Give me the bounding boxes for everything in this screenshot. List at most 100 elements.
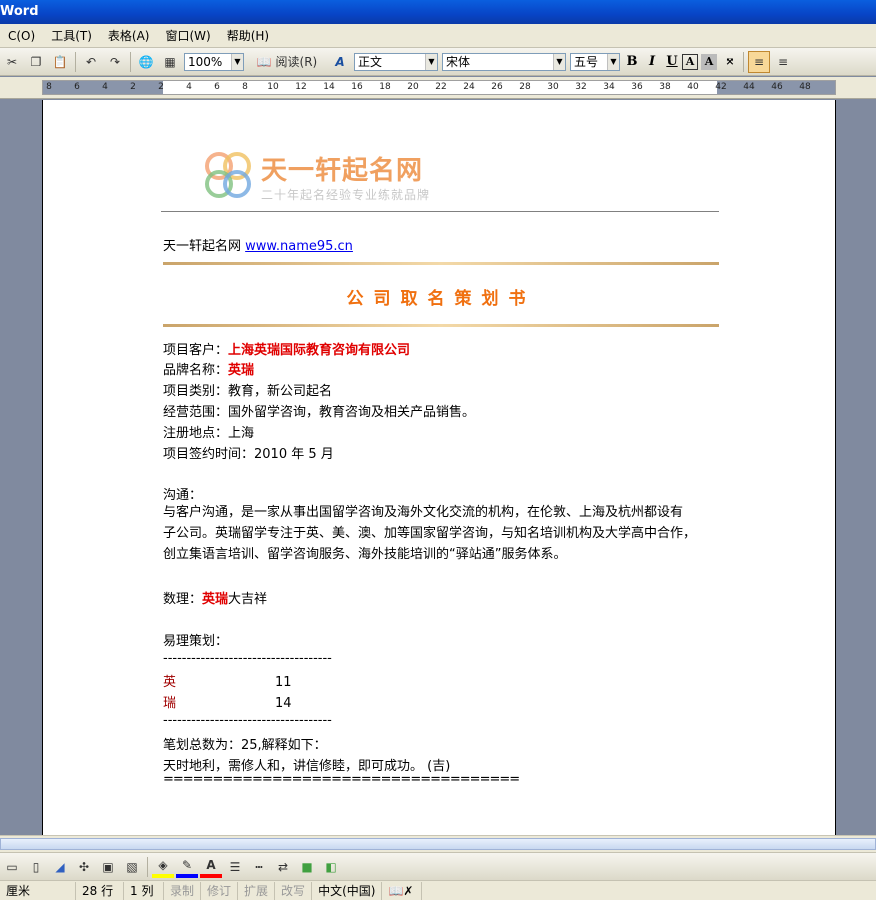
char-border-icon[interactable]: A <box>682 53 698 70</box>
comm-line: 创立集语言培训、留学咨询服务、海外技能培训的“驿站通”服务体系。 <box>163 547 567 562</box>
menu-tools[interactable]: 工具(T) <box>43 27 100 44</box>
style-combo[interactable]: 正文 ▼ <box>354 52 438 71</box>
read-button[interactable]: 📖 阅读(R) <box>247 51 327 73</box>
menu-table[interactable]: 表格(A) <box>100 27 158 44</box>
equals-divider: ==================================== <box>163 772 520 787</box>
stroke-char: 瑞 <box>163 696 177 711</box>
shadow-icon[interactable]: ■ <box>296 856 318 878</box>
hyperlink-icon[interactable]: 🌐 <box>135 51 157 73</box>
bold-button[interactable]: B <box>622 52 642 72</box>
field-value: 英瑞 <box>228 363 255 378</box>
undo-icon[interactable]: ↶ <box>80 51 102 73</box>
separator <box>147 856 148 877</box>
3d-icon[interactable]: ◧ <box>320 856 342 878</box>
scrollbar-thumb[interactable] <box>0 838 876 850</box>
chevron-down-icon[interactable]: ▼ <box>553 53 565 70</box>
underline-button[interactable]: U <box>662 52 682 72</box>
menu-format[interactable]: C(O) <box>0 29 43 43</box>
fill-color-icon[interactable]: ◈ <box>152 856 174 878</box>
field-brand: 品牌名称：英瑞 <box>163 359 254 378</box>
page[interactable]: 天一轩起名网 二十年起名经验专业练就品牌 天一轩起名网 www.name95.c… <box>42 100 836 835</box>
comm-line: 子公司。英瑞留学专注于英、美、澳、加等国家留学咨询，与知名培训机构及大学高中合作… <box>163 526 697 541</box>
horizontal-ruler[interactable]: 8 6 4 2 2 4 6 8 10 12 14 16 18 20 22 24 26 28 30 32 34 36 38 40… <box>0 77 876 99</box>
status-rec[interactable]: 录制 <box>164 881 202 900</box>
cut-icon[interactable]: ✂ <box>1 51 23 73</box>
ruler-tick: 28 <box>519 82 531 92</box>
separator <box>130 51 131 72</box>
horizontal-scrollbar[interactable] <box>0 835 876 852</box>
line-style-icon[interactable]: ☰ <box>224 856 246 878</box>
zoom-combo[interactable]: 100% ▼ <box>184 52 244 71</box>
ruler-tick: 26 <box>491 82 503 92</box>
status-unit: 厘米 <box>0 881 76 900</box>
ruler-tick: 32 <box>575 82 587 92</box>
wordart-icon[interactable]: ◢ <box>49 856 71 878</box>
spellcheck-icon[interactable]: 📖✗ <box>382 881 423 900</box>
redo-icon[interactable]: ↷ <box>104 51 126 73</box>
field-label: 经营范围： <box>163 405 229 420</box>
separator <box>743 51 744 72</box>
ruler-track: 8 6 4 2 2 4 6 8 10 12 14 16 18 20 22 24 26 28 30 32 34 36 38 40… <box>42 80 836 95</box>
chevron-down-icon[interactable]: ▼ <box>607 53 619 70</box>
diagram-icon[interactable]: ✣ <box>73 856 95 878</box>
field-date: 项目签约时间：2010 年 5 月 <box>163 443 334 462</box>
paste-icon[interactable]: 📋 <box>49 51 71 73</box>
ruler-tick: 24 <box>463 82 475 92</box>
align-center-icon[interactable]: ≡ <box>772 51 794 73</box>
dash-divider: ------------------------------------ <box>163 713 332 728</box>
yili-heading: 易理策划： <box>163 634 229 649</box>
clipart-icon[interactable]: ▣ <box>97 856 119 878</box>
status-col: 1 列 <box>124 881 164 900</box>
stroke-row: 瑞 14 <box>163 692 292 711</box>
ruler-tick: 2 <box>130 82 136 92</box>
align-left-icon[interactable]: ≡ <box>748 50 770 73</box>
stroke-row: 英 11 <box>163 671 292 690</box>
ruler-tick: 48 <box>799 82 811 92</box>
menu-help[interactable]: 帮助(H) <box>219 27 277 44</box>
drawing-toolbar: ▭ ▯ ◢ ✣ ▣ ▧ ◈ ✎ A ☰ ┅ ⇄ ■ ◧ <box>0 852 876 880</box>
site-link[interactable]: www.name95.cn <box>245 239 353 254</box>
ruler-tick: 8 <box>242 82 248 92</box>
textbox-icon[interactable]: ▭ <box>1 856 23 878</box>
ruler-tick: 14 <box>323 82 335 92</box>
shuli-name: 英瑞 <box>202 592 229 607</box>
font-color-icon[interactable]: A <box>200 856 222 878</box>
site-prefix: 天一轩起名网 <box>163 239 242 254</box>
font-combo[interactable]: 宋体 ▼ <box>442 52 566 71</box>
ruler-tick: 12 <box>295 82 307 92</box>
field-category: 项目类别：教育，新公司起名 <box>163 380 332 399</box>
chevron-down-icon[interactable]: ▼ <box>231 53 243 70</box>
char-scale-icon[interactable]: ⤧ <box>720 52 740 72</box>
logo-rings-icon <box>205 152 251 198</box>
stroke-count: 14 <box>275 696 292 711</box>
vertical-textbox-icon[interactable]: ▯ <box>25 856 47 878</box>
status-trk[interactable]: 修订 <box>201 881 239 900</box>
ruler-tick: 30 <box>547 82 559 92</box>
ruler-tick: 16 <box>351 82 363 92</box>
italic-button[interactable]: I <box>642 52 662 72</box>
status-ext[interactable]: 扩展 <box>238 881 276 900</box>
field-value: 2010 年 5 月 <box>254 447 334 462</box>
logo-text: 天一轩起名网 <box>261 156 424 186</box>
table-icon[interactable]: ▦ <box>159 51 181 73</box>
copy-icon[interactable]: ❐ <box>25 51 47 73</box>
dash-style-icon[interactable]: ┅ <box>248 856 270 878</box>
menu-window[interactable]: 窗口(W) <box>157 27 218 44</box>
arrow-style-icon[interactable]: ⇄ <box>272 856 294 878</box>
style-a-icon[interactable]: A <box>329 51 351 73</box>
char-shading-icon[interactable]: A <box>701 53 717 70</box>
style-value: 正文 <box>358 54 383 69</box>
document-title: 公司取名策划书 <box>346 289 536 309</box>
line-color-icon[interactable]: ✎ <box>176 856 198 878</box>
ruler-tick: 42 <box>715 82 727 92</box>
read-label: 阅读(R) <box>275 55 318 69</box>
ruler-tick: 38 <box>659 82 671 92</box>
document-area[interactable]: 天一轩起名网 二十年起名经验专业练就品牌 天一轩起名网 www.name95.c… <box>0 100 876 835</box>
chevron-down-icon[interactable]: ▼ <box>425 53 437 70</box>
gold-divider <box>163 262 719 265</box>
size-combo[interactable]: 五号 ▼ <box>570 52 620 71</box>
menu-bar: C(O) 工具(T) 表格(A) 窗口(W) 帮助(H) <box>0 24 876 48</box>
status-ovr[interactable]: 改写 <box>275 881 313 900</box>
picture-icon[interactable]: ▧ <box>121 856 143 878</box>
logo: 天一轩起名网 二十年起名经验专业练就品牌 <box>201 148 461 204</box>
